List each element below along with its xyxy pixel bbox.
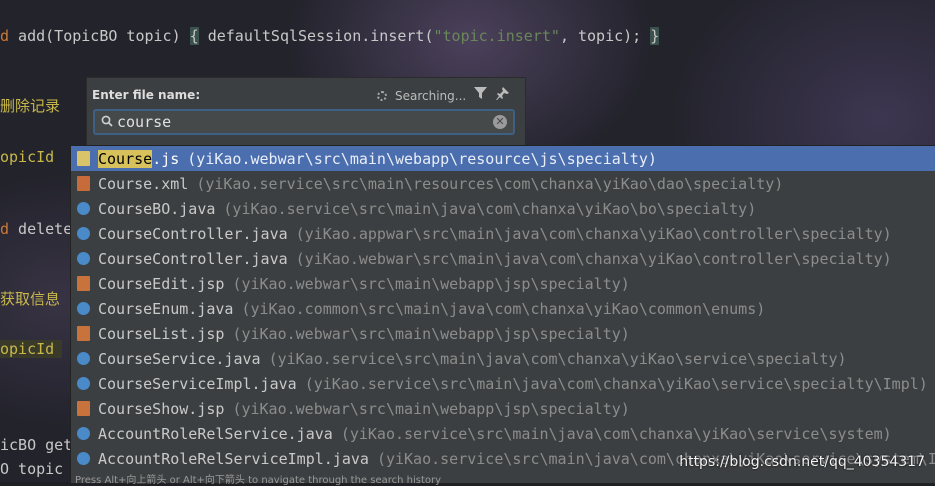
result-path: (yiKao.service\src\main\java\com\chanxa\… <box>340 424 892 443</box>
code-comment-delete: 删除记录 <box>0 97 61 115</box>
result-item[interactable]: CourseList.jsp (yiKao.webwar\src\main\web… <box>71 321 935 346</box>
result-item[interactable]: CourseBO.java (yiKao.service\src\main\jav… <box>71 196 935 221</box>
java-file-icon <box>77 202 90 215</box>
result-filename: CourseShow.jsp <box>98 400 224 418</box>
result-path: (yiKao.service\src\main\resources\com\ch… <box>196 174 784 193</box>
search-field[interactable]: ✕ <box>93 109 515 135</box>
code-fragment-topic: O topic <box>0 460 64 478</box>
result-item[interactable]: CourseService.java (yiKao.service\src\mai… <box>71 346 935 371</box>
result-path: (yiKao.service\src\main\java\com\chanxa\… <box>304 374 928 393</box>
goto-file-dialog: Enter file name: Searching... ✕ <box>86 77 526 147</box>
filename-text: CourseEnum.java <box>98 299 234 318</box>
result-path: (yiKao.appwar\src\main\java\com\chanxa\y… <box>295 224 892 243</box>
code-fragment-topicbo: icBO get <box>0 436 73 454</box>
xml-file-icon <box>77 176 90 191</box>
result-path: (yiKao.service\src\main\java\com\chanxa\… <box>223 199 757 218</box>
result-item[interactable]: CourseShow.jsp (yiKao.webwar\src\main\web… <box>71 396 935 421</box>
result-filename: CourseEnum.java <box>98 300 233 318</box>
result-path: (yiKao.webwar\src\main\webapp\resource\j… <box>187 149 657 168</box>
result-item[interactable]: Course.js (yiKao.webwar\src\main\webapp\r… <box>71 146 935 171</box>
java-file-icon <box>77 427 90 440</box>
jsp-file-icon <box>77 401 90 416</box>
pin-icon[interactable] <box>494 87 510 104</box>
clear-icon[interactable]: ✕ <box>493 115 507 129</box>
js-file-icon <box>77 151 90 166</box>
result-path: (yiKao.webwar\src\main\webapp\jsp\specia… <box>232 324 630 343</box>
java-file-icon <box>77 227 90 240</box>
result-item[interactable]: CourseServiceImpl.java (yiKao.service\src… <box>71 371 935 396</box>
jsp-file-icon <box>77 326 90 341</box>
result-filename: CourseServiceImpl.java <box>98 375 297 393</box>
result-item[interactable]: CourseController.java (yiKao.webwar\src\m… <box>71 246 935 271</box>
result-item[interactable]: Course.xml (yiKao.service\src\main\resour… <box>71 171 935 196</box>
result-path: (yiKao.service\src\main\java\com\chanxa\… <box>268 349 847 368</box>
watermark: https://blog.csdn.net/qq_40354317 <box>679 454 925 470</box>
code-comment-get: 获取信息 <box>0 290 61 308</box>
code-fragment-topicid: opicId <box>0 148 55 166</box>
filename-text: CourseShow.jsp <box>98 399 225 418</box>
java-file-icon <box>77 302 90 315</box>
filename-text: CourseEdit.jsp <box>98 274 225 293</box>
result-filename: AccountRoleRelService.java <box>98 425 333 443</box>
result-filename: CourseEdit.jsp <box>98 275 224 293</box>
result-item[interactable]: AccountRoleRelService.java (yiKao.service… <box>71 421 935 446</box>
result-filename: Course.js <box>98 149 180 168</box>
result-filename: AccountRoleRelServiceImpl.java <box>98 450 369 468</box>
filename-text: Course.xml <box>98 174 189 193</box>
navigation-hint: Press Alt+向上箭头 or Alt+向下箭头 to navigate t… <box>75 475 442 486</box>
result-filename: CourseService.java <box>98 350 261 368</box>
dialog-status: Searching... <box>375 87 510 104</box>
java-file-icon <box>77 352 90 365</box>
filename-text: AccountRoleRelServiceImpl.java <box>98 449 369 468</box>
match-highlight: Course <box>98 149 153 168</box>
result-path: (yiKao.webwar\src\main\webapp\jsp\specia… <box>232 399 630 418</box>
search-input[interactable] <box>117 112 487 132</box>
result-filename: CourseBO.java <box>98 200 215 218</box>
filename-text: CourseService.java <box>98 349 261 368</box>
result-item[interactable]: CourseController.java (yiKao.appwar\src\m… <box>71 221 935 246</box>
spinner-icon <box>375 89 389 103</box>
code-fragment-topicid-selected: opicId <box>0 339 63 359</box>
code-line-delete: d delete <box>0 220 73 238</box>
result-filename: CourseList.jsp <box>98 325 224 343</box>
java-file-icon <box>77 377 90 390</box>
filename-text: CourseController.java <box>98 249 288 268</box>
filename-text: CourseBO.java <box>98 199 216 218</box>
filter-icon[interactable] <box>472 87 488 104</box>
filename-text: .js <box>152 149 180 168</box>
result-item[interactable]: CourseEnum.java (yiKao.common\src\main\ja… <box>71 296 935 321</box>
result-item[interactable]: CourseEdit.jsp (yiKao.webwar\src\main\web… <box>71 271 935 296</box>
filename-text: CourseServiceImpl.java <box>98 374 297 393</box>
filename-text: AccountRoleRelService.java <box>98 424 333 443</box>
search-icon <box>101 115 113 131</box>
result-path: (yiKao.webwar\src\main\java\com\chanxa\y… <box>295 249 892 268</box>
filename-text: CourseController.java <box>98 224 288 243</box>
java-file-icon <box>77 452 90 465</box>
result-filename: Course.xml <box>98 175 188 193</box>
filename-text: CourseList.jsp <box>98 324 225 343</box>
java-file-icon <box>77 252 90 265</box>
dialog-title: Enter file name: <box>92 88 201 102</box>
result-path: (yiKao.webwar\src\main\webapp\jsp\specia… <box>232 274 630 293</box>
jsp-file-icon <box>77 276 90 291</box>
code-line-add: d add(TopicBO topic) { defaultSqlSession… <box>0 27 660 45</box>
result-filename: CourseController.java <box>98 250 288 268</box>
result-filename: CourseController.java <box>98 225 288 243</box>
result-path: (yiKao.common\src\main\java\com\chanxa\y… <box>241 299 766 318</box>
status-text: Searching... <box>395 88 467 103</box>
results-popup: Course.js (yiKao.webwar\src\main\webapp\r… <box>70 145 935 486</box>
